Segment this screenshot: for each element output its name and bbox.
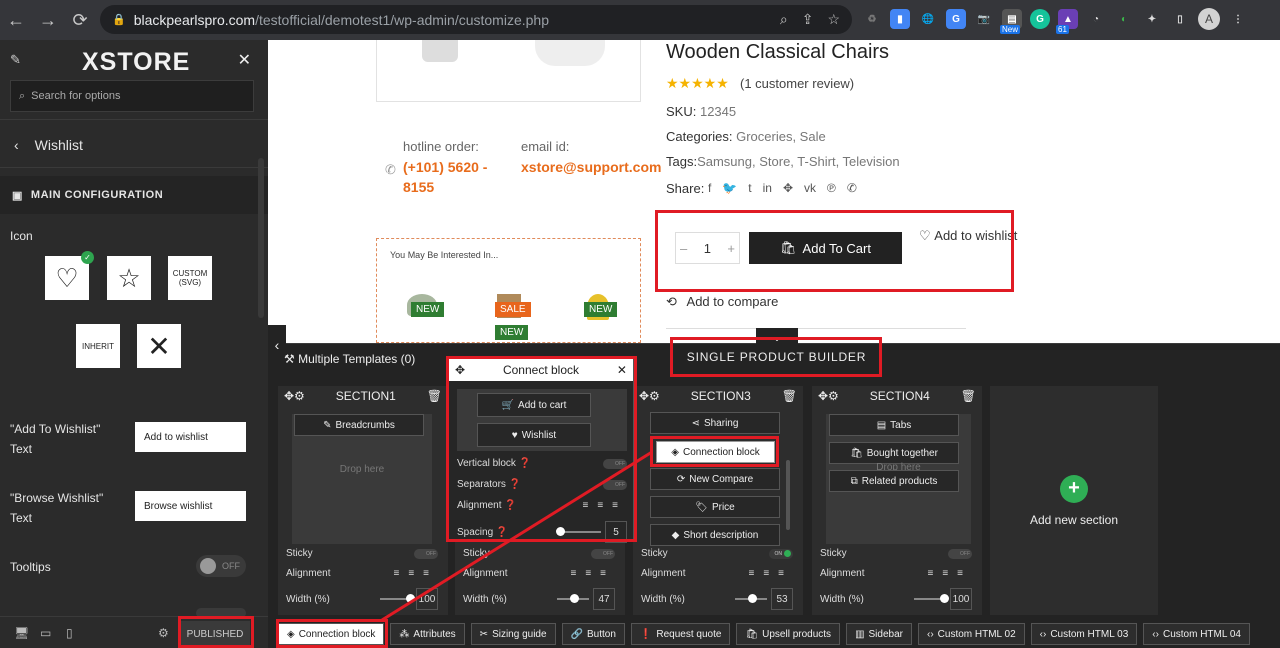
- element-custom-html-03[interactable]: ‹› Custom HTML 03: [1030, 623, 1138, 645]
- attributes-icon: ⁂: [399, 628, 410, 640]
- element-sidebar[interactable]: ▥ Sidebar: [846, 623, 912, 645]
- bag-icon: 🛍: [745, 628, 759, 640]
- element-request-quote[interactable]: ❗ Request quote: [630, 623, 731, 645]
- quote-icon: ❗: [639, 628, 653, 640]
- code-icon: ‹›: [926, 628, 934, 640]
- layers-icon: ◈: [287, 628, 295, 640]
- element-connection-block[interactable]: ◈ Connection block: [278, 623, 385, 645]
- annotation-line: [381, 450, 653, 622]
- sidebar-icon: ▥: [855, 628, 865, 640]
- code-icon: ‹›: [1152, 628, 1159, 640]
- element-upsell-products[interactable]: 🛍 Upsell products: [736, 623, 841, 645]
- element-custom-html-04[interactable]: ‹› Custom HTML 04: [1143, 623, 1250, 645]
- elements-bar: ◈ Connection block ⁂ Attributes ✂ Sizing gu…: [268, 620, 1280, 648]
- element-button[interactable]: 🔗 Button: [561, 623, 625, 645]
- link-icon: 🔗: [570, 628, 583, 640]
- element-sizing-guide[interactable]: ✂ Sizing guide: [470, 623, 556, 645]
- ruler-icon: ✂: [479, 628, 489, 640]
- code-icon: ‹›: [1039, 628, 1047, 640]
- element-custom-html-02[interactable]: ‹› Custom HTML 02: [917, 623, 1025, 645]
- element-attributes[interactable]: ⁂ Attributes: [390, 623, 465, 645]
